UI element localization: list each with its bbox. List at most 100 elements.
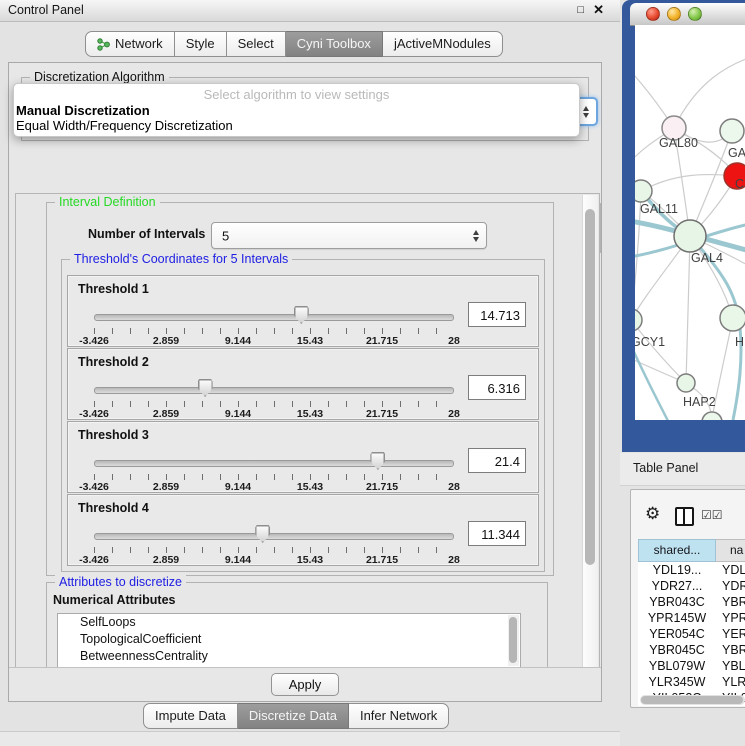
- slider-thumb[interactable]: [198, 379, 213, 397]
- cell-shared[interactable]: YLR345W: [638, 674, 716, 690]
- table-panel-header: Table Panel: [620, 453, 745, 486]
- table-row[interactable]: YBR045CYBR0: [638, 642, 745, 658]
- slider-track[interactable]: [94, 533, 454, 540]
- tab-impute-data[interactable]: Impute Data: [143, 703, 238, 729]
- table-horizontal-scrollbar[interactable]: [640, 695, 745, 705]
- tab-discretize-data[interactable]: Discretize Data: [238, 703, 349, 729]
- scale-tick-label: 9.144: [225, 554, 251, 566]
- cell-shared[interactable]: YDL19...: [638, 562, 716, 578]
- scale-tick-label: 28: [448, 554, 460, 566]
- num-intervals-combobox[interactable]: 5: [211, 222, 487, 249]
- table-row[interactable]: YLR345WYLR3: [638, 674, 745, 690]
- tab-network[interactable]: Network: [85, 31, 175, 57]
- cell-shared[interactable]: YDR27...: [638, 578, 716, 594]
- threshold-value-field[interactable]: 21.4: [468, 448, 526, 473]
- table-row[interactable]: YER054CYER0: [638, 626, 745, 642]
- cell-shared[interactable]: YPR145W: [638, 610, 716, 626]
- node-h[interactable]: [720, 305, 745, 331]
- control-panel-titlebar: Control Panel □ ✕: [0, 0, 620, 22]
- cell-shared[interactable]: YBL079W: [638, 658, 716, 674]
- threshold-value-field[interactable]: 11.344: [468, 521, 526, 546]
- cell-name[interactable]: YBR0: [716, 594, 745, 610]
- dropdown-option-manual-discretization[interactable]: Manual Discretization: [16, 103, 150, 118]
- cell-name[interactable]: YBR0: [716, 642, 745, 658]
- settings-scrollbar[interactable]: [582, 195, 598, 668]
- split-columns-icon[interactable]: [675, 507, 694, 526]
- node-gal4[interactable]: [674, 220, 706, 252]
- cell-name[interactable]: YER0: [716, 626, 745, 642]
- cell-name[interactable]: YDL1: [716, 562, 745, 578]
- gear-icon[interactable]: ⚙: [645, 505, 660, 522]
- slider-track[interactable]: [94, 460, 454, 467]
- cell-shared[interactable]: YER054C: [638, 626, 716, 642]
- attributes-group: Attributes to discretize Numerical Attri…: [46, 582, 548, 670]
- tab-style[interactable]: Style: [175, 31, 227, 57]
- threshold-value-field[interactable]: 14.713: [468, 302, 526, 327]
- threshold-slider[interactable]: -3.426 2.859 9.144 15.43 21.715 28: [94, 304, 454, 344]
- slider-thumb[interactable]: [255, 525, 270, 543]
- table-row[interactable]: YBL079WYBL0: [638, 658, 745, 674]
- table-row[interactable]: YBR043CYBR0: [638, 594, 745, 610]
- slider-thumb[interactable]: [294, 306, 309, 324]
- cell-name[interactable]: YLR3: [716, 674, 745, 690]
- attributes-list[interactable]: SelfLoops TopologicalCoefficient Between…: [57, 613, 521, 668]
- scale-tick-label: 15.43: [297, 408, 323, 420]
- thresholds-group: Threshold's Coordinates for 5 Intervals …: [61, 259, 545, 572]
- algorithm-dropdown-popup: Select algorithm to view settings Manual…: [13, 83, 580, 137]
- table-panel: ⚙ ☑☑ shared... na YDL19...YDL1 YDR27...Y…: [630, 489, 745, 708]
- list-item[interactable]: BetweennessCentrality: [58, 648, 520, 665]
- scale-tick-label: 21.715: [366, 481, 398, 493]
- slider-thumb[interactable]: [370, 452, 385, 470]
- cell-shared[interactable]: YBR043C: [638, 594, 716, 610]
- scale-tick-label: 15.43: [297, 554, 323, 566]
- threshold-slider[interactable]: -3.426 2.859 9.144 15.43 21.715 28: [94, 523, 454, 563]
- node-label-c: C: [735, 177, 744, 191]
- mac-zoom-button[interactable]: [688, 7, 702, 21]
- list-item[interactable]: TopologicalCoefficient: [58, 631, 520, 648]
- tab-select[interactable]: Select: [227, 31, 286, 57]
- close-icon[interactable]: ✕: [593, 2, 604, 18]
- tab-label: Select: [238, 32, 274, 56]
- node-label-ga: GA: [728, 146, 745, 160]
- stepper-icon: [473, 230, 479, 242]
- threshold-slider[interactable]: -3.426 2.859 9.144 15.43 21.715 28: [94, 450, 454, 490]
- node-top-right[interactable]: [720, 119, 744, 143]
- slider-track[interactable]: [94, 314, 454, 321]
- network-canvas[interactable]: GAL80 GA C GAL11 GAL4 GCY1 H HAP2: [635, 25, 745, 420]
- float-window-icon[interactable]: □: [577, 4, 584, 16]
- mac-minimize-button[interactable]: [667, 7, 681, 21]
- cell-name[interactable]: YPR1: [716, 610, 745, 626]
- table-row[interactable]: YDL19...YDL1: [638, 562, 745, 578]
- tab-jactivemnodules[interactable]: jActiveMNodules: [383, 31, 503, 57]
- scrollbar-thumb[interactable]: [585, 209, 595, 565]
- threshold-value-field[interactable]: 6.316: [468, 375, 526, 400]
- numerical-attributes-label: Numerical Attributes: [53, 593, 175, 607]
- dropdown-hint: Select algorithm to view settings: [14, 87, 579, 102]
- table-row[interactable]: YPR145WYPR1: [638, 610, 745, 626]
- slider-scale: -3.426 2.859 9.144 15.43 21.715 28: [94, 408, 454, 420]
- node-gcy1[interactable]: [635, 309, 642, 331]
- table-row[interactable]: YDR27...YDR2: [638, 578, 745, 594]
- cell-name[interactable]: YDR2: [716, 578, 745, 594]
- scale-tick-label: 9.144: [225, 335, 251, 347]
- cell-shared[interactable]: YBR045C: [638, 642, 716, 658]
- scrollbar-thumb[interactable]: [641, 696, 743, 704]
- column-visibility-icon[interactable]: ☑☑: [701, 508, 723, 522]
- node-gal11[interactable]: [635, 180, 652, 202]
- cell-name[interactable]: YBL0: [716, 658, 745, 674]
- column-header-name[interactable]: na: [716, 539, 745, 562]
- tab-cyni-toolbox[interactable]: Cyni Toolbox: [286, 31, 383, 57]
- node-hap2[interactable]: [677, 374, 695, 392]
- mac-close-button[interactable]: [646, 7, 660, 21]
- apply-button[interactable]: Apply: [271, 673, 339, 696]
- slider-track[interactable]: [94, 387, 454, 394]
- slider-scale: -3.426 2.859 9.144 15.43 21.715 28: [94, 554, 454, 566]
- tab-infer-network[interactable]: Infer Network: [349, 703, 449, 729]
- list-scrollbar[interactable]: [508, 615, 519, 666]
- column-header-shared[interactable]: shared...: [638, 539, 716, 562]
- dropdown-option-equal-width-frequency[interactable]: Equal Width/Frequency Discretization: [16, 118, 233, 133]
- list-item[interactable]: SelfLoops: [58, 614, 520, 631]
- network-icon: [97, 38, 110, 51]
- threshold-slider[interactable]: -3.426 2.859 9.144 15.43 21.715 28: [94, 377, 454, 417]
- node-bottom[interactable]: [702, 412, 722, 420]
